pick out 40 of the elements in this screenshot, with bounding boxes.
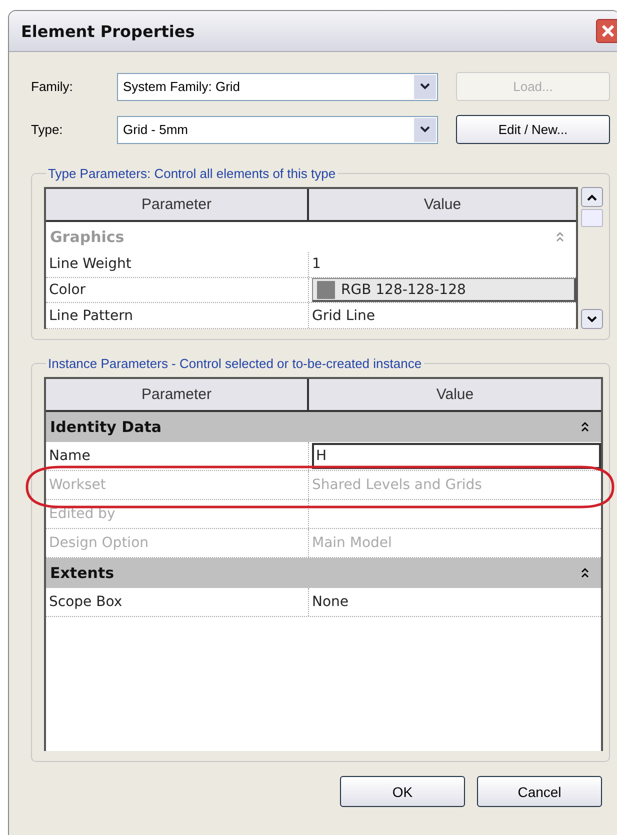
value-field[interactable]: H	[312, 443, 601, 469]
dialog-button[interactable]: Cancel	[477, 776, 602, 807]
scrollbar[interactable]	[581, 187, 603, 329]
collapse-icon[interactable]	[581, 422, 589, 432]
column-header[interactable]: Value	[309, 379, 601, 410]
scroll-down-button[interactable]	[581, 309, 603, 329]
edit-button[interactable]: Edit / New...	[456, 115, 610, 144]
column-header[interactable]: Value	[309, 189, 576, 220]
parameter-name: Workset	[49, 477, 106, 493]
scroll-up-button[interactable]	[581, 187, 603, 207]
group-legend: Instance Parameters - Control selected or to-be-created instance	[46, 356, 424, 371]
column-header[interactable]: Parameter	[46, 379, 309, 410]
dropdown-icon	[420, 83, 430, 90]
parameter-name: Line Weight	[49, 256, 132, 272]
group-header[interactable]: Identity Data	[46, 412, 601, 442]
value-text: None	[312, 594, 349, 610]
parameter-name: Color	[49, 282, 86, 298]
field-label: Type:	[31, 122, 64, 137]
dialog-button[interactable]: OK	[340, 776, 465, 807]
parameter-name: Name	[49, 448, 90, 464]
scroll-thumb[interactable]	[581, 209, 603, 227]
type-dropdown[interactable]: Grid - 5mm	[117, 116, 438, 144]
column-header[interactable]: Parameter	[46, 189, 309, 220]
value-text: Grid Line	[312, 308, 376, 324]
close-icon	[601, 24, 615, 38]
close-button[interactable]	[596, 19, 617, 43]
group-header[interactable]: Extents	[46, 558, 601, 588]
value-text: Main Model	[312, 535, 392, 551]
collapse-icon[interactable]	[581, 568, 589, 578]
value-text: 1	[312, 256, 321, 272]
parameter-name: Edited by	[49, 506, 116, 522]
parameter-name: Scope Box	[49, 594, 122, 610]
window-title: Element Properties	[21, 22, 195, 40]
parameter-name: Design Option	[49, 535, 149, 551]
family-dropdown[interactable]: System Family: Grid	[117, 72, 438, 100]
field-label: Family:	[31, 79, 74, 94]
dropdown-icon	[420, 126, 430, 133]
group-legend: Type Parameters: Control all elements of this type	[46, 166, 338, 181]
parameter-name: Line Pattern	[49, 308, 133, 324]
value-text: Shared Levels and Grids	[312, 477, 482, 493]
